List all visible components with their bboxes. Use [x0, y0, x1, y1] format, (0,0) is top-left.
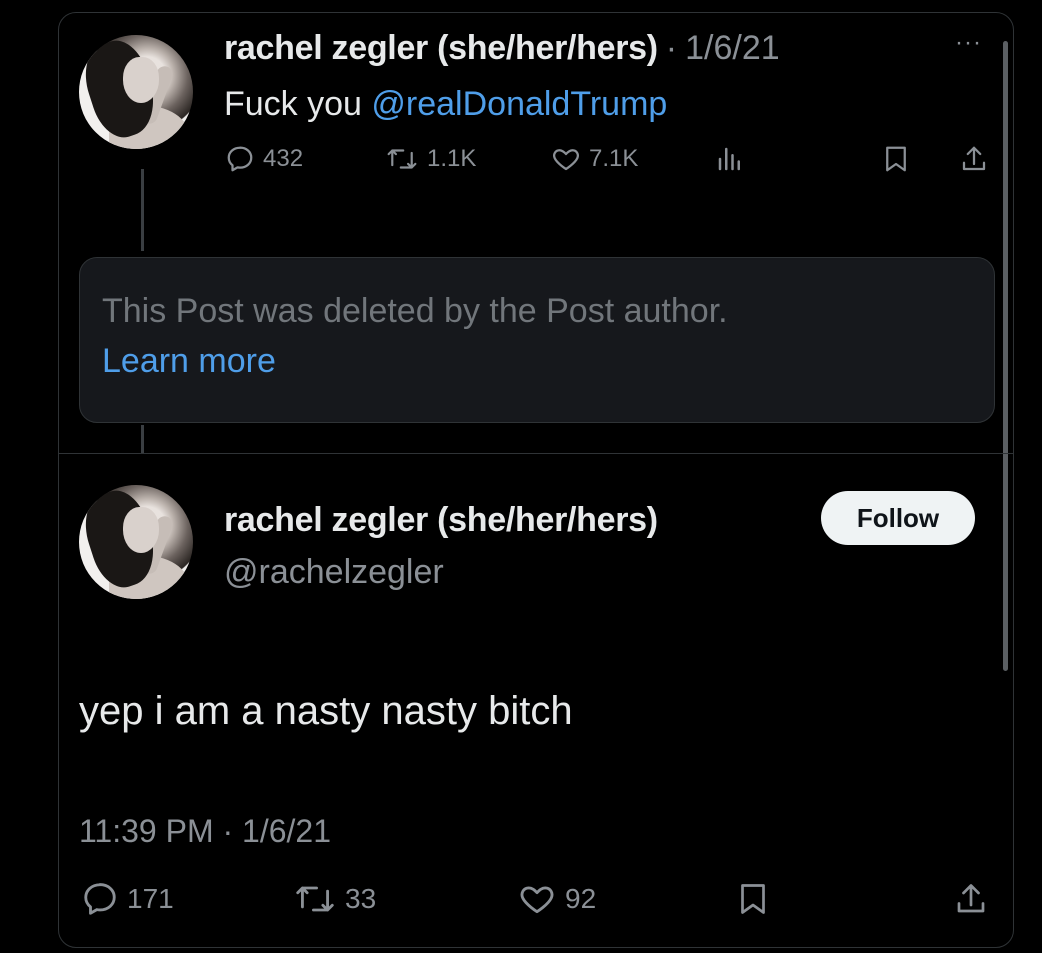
reply-button[interactable]: 171	[81, 880, 174, 918]
deleted-post-notice: This Post was deleted by the Post author…	[79, 257, 995, 423]
retweet-count: 1.1K	[427, 145, 477, 172]
like-count: 92	[565, 883, 597, 914]
tweet-date[interactable]: 1/6/21	[685, 29, 780, 68]
views-button[interactable]	[715, 144, 745, 174]
reply-icon	[225, 144, 255, 174]
like-button[interactable]: 7.1K	[551, 144, 638, 174]
reply-count: 432	[263, 145, 304, 172]
like-icon	[551, 144, 581, 174]
like-button[interactable]: 92	[517, 880, 596, 918]
bookmark-button[interactable]	[735, 879, 771, 919]
divider	[59, 453, 1013, 454]
display-name[interactable]: rachel zegler (she/her/hers)	[224, 501, 658, 540]
share-icon	[959, 143, 989, 175]
views-icon	[715, 144, 745, 174]
like-icon	[517, 880, 557, 918]
scrollbar[interactable]	[1003, 41, 1008, 671]
retweet-icon	[385, 144, 419, 174]
retweet-button[interactable]: 33	[293, 880, 376, 918]
share-button[interactable]	[959, 143, 989, 175]
bookmark-icon	[881, 143, 911, 175]
tweet-timestamp[interactable]: 11:39 PM · 1/6/21	[79, 813, 331, 850]
retweet-icon	[293, 880, 337, 918]
deleted-notice-text: This Post was deleted by the Post author…	[102, 292, 728, 330]
thread-line	[141, 425, 144, 453]
share-button[interactable]	[953, 879, 989, 919]
handle[interactable]: @rachelzegler	[224, 553, 444, 592]
display-name[interactable]: rachel zegler (she/her/hers)	[224, 29, 658, 68]
retweet-count: 33	[345, 883, 377, 914]
tweet-text: yep i am a nasty nasty bitch	[79, 689, 573, 733]
reply-icon	[81, 880, 119, 918]
tweet-text: Fuck you	[224, 85, 372, 123]
tweet-thread-card: rachel zegler (she/her/hers) · 1/6/21 ··…	[58, 12, 1014, 948]
tweet1-header: rachel zegler (she/her/hers) · 1/6/21	[224, 29, 780, 68]
follow-button[interactable]: Follow	[821, 491, 975, 545]
reply-count: 171	[127, 883, 174, 914]
avatar[interactable]	[79, 485, 193, 599]
mention-link[interactable]: @realDonaldTrump	[371, 85, 667, 123]
like-count: 7.1K	[589, 145, 639, 172]
reply-button[interactable]: 432	[225, 144, 303, 174]
bookmark-button[interactable]	[881, 143, 911, 175]
thread-line	[141, 169, 144, 251]
bookmark-icon	[735, 879, 771, 919]
learn-more-link[interactable]: Learn more	[102, 342, 276, 381]
retweet-button[interactable]: 1.1K	[385, 144, 476, 174]
more-icon[interactable]: ···	[955, 29, 982, 57]
avatar[interactable]	[79, 35, 193, 149]
separator: ·	[665, 29, 678, 67]
tweet1-text: Fuck you @realDonaldTrump	[224, 85, 667, 124]
share-icon	[953, 879, 989, 919]
